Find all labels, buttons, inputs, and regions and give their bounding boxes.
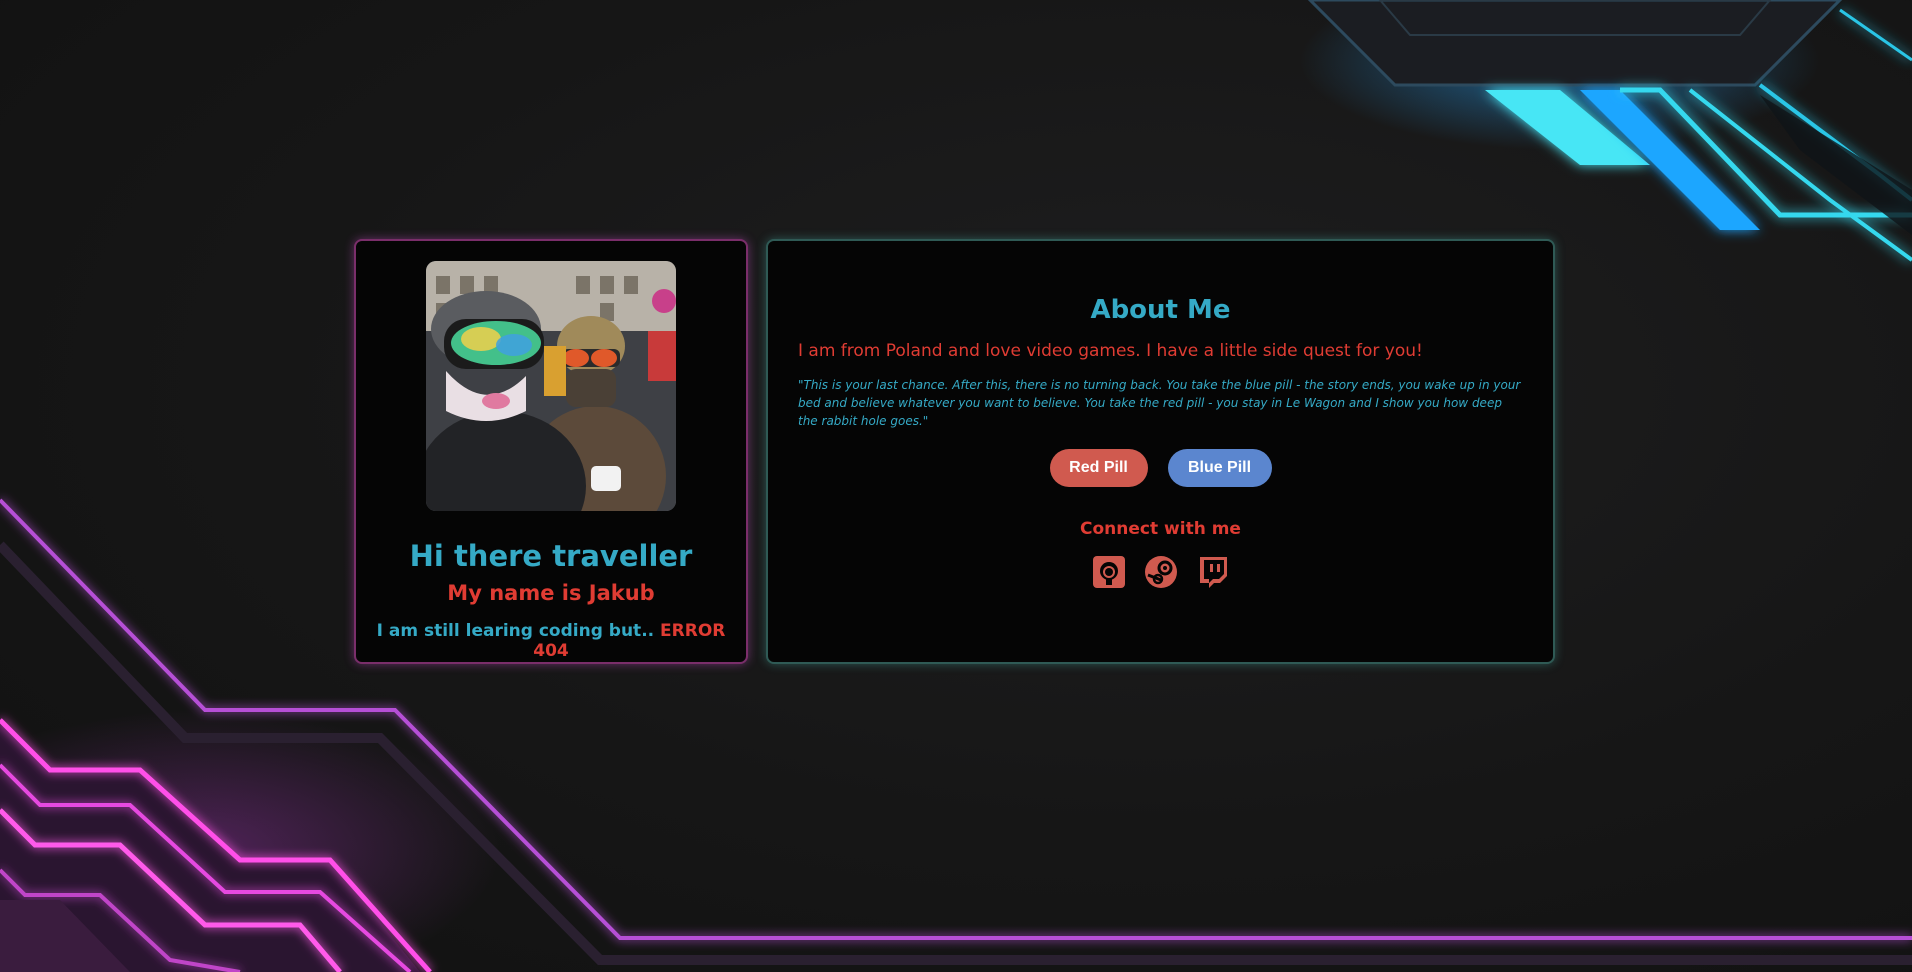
name-subheading: My name is Jakub [447,581,655,605]
red-pill-button[interactable]: Red Pill [1049,449,1148,487]
connect-heading: Connect with me [1080,519,1241,539]
blue-pill-button[interactable]: Blue Pill [1167,449,1272,487]
avatar-photo [426,261,676,511]
twitch-icon[interactable] [1196,555,1230,589]
about-card: About Me I am from Poland and love video… [766,239,1555,664]
avatar [426,261,676,511]
steam-icon[interactable] [1144,555,1178,589]
status-text: I am still learing coding but.. [376,621,655,641]
pill-choice: Red Pill Blue Pill [768,449,1553,487]
about-intro: I am from Poland and love video games. I… [798,341,1423,361]
page-background: Hi there traveller My name is Jakub I am… [0,0,1912,972]
about-title: About Me [1090,295,1231,325]
social-links [768,555,1553,589]
about-quote: "This is your last chance. After this, t… [798,378,1521,428]
greeting-heading: Hi there traveller [409,539,693,573]
github-icon[interactable] [1092,555,1126,589]
status-line: I am still learing coding but.. ERROR 40… [356,621,746,661]
profile-card: Hi there traveller My name is Jakub I am… [354,239,748,664]
